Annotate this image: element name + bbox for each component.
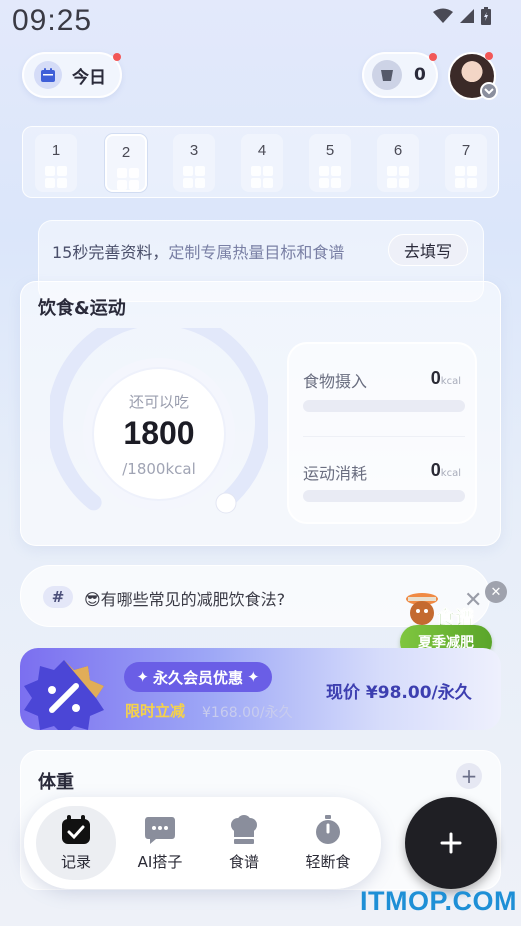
vip-old-price: ¥168.00/永久 [202,705,293,721]
sparkle-icon: ✦ [247,668,260,686]
chat-icon [145,816,175,844]
fill-profile-button[interactable]: 去填写 [388,234,468,266]
calendar-icon [34,61,62,89]
watermark: ITMOP.COM [360,886,518,916]
day-5[interactable]: 5 [309,134,351,192]
nav-recipes[interactable]: 食谱 [204,806,284,880]
calendar-check-icon [62,814,90,844]
nav-ai-buddy[interactable]: AI搭子 [120,806,200,880]
add-record-button[interactable] [405,797,497,889]
calorie-total: /1800kcal [122,460,196,478]
divider [303,436,465,437]
sparkle-icon: ✦ [136,668,149,686]
day-2[interactable]: 2 [105,134,147,192]
burn-label: 运动消耗 [303,464,368,483]
nav-record[interactable]: 记录 [36,806,116,880]
nav-fasting[interactable]: 轻断食 [288,806,368,880]
weight-title: 体重 [38,772,74,793]
profile-prompt: 15秒完善资料，定制专属热量目标和食谱 [52,243,345,262]
intake-progress-bar [303,400,465,412]
burn-unit: kcal [440,468,461,479]
day-3[interactable]: 3 [173,134,215,192]
today-label: 今日 [72,67,106,88]
day-6[interactable]: 6 [377,134,419,192]
chevron-down-icon [480,82,498,100]
stats-box: 食物摄入 0kcal 运动消耗 0kcal [287,342,477,524]
day-strip: 1 2 3 4 5 6 7 [22,126,499,198]
stopwatch-icon [316,814,340,844]
question-text[interactable]: 😎有哪些常见的减肥饮食法? [84,586,285,610]
burn-value-group: 0kcal [431,460,461,481]
nav-label: 食谱 [228,852,259,871]
intake-unit: kcal [440,376,461,387]
vip-title: ✦ 永久会员优惠 ✦ [124,662,272,692]
nav-label: AI搭子 [137,852,183,871]
vip-price: 现价 ¥98.00/永久 [326,683,472,703]
battery-icon [481,7,491,25]
water-cup-button[interactable]: 0 [362,52,438,98]
cup-count: 0 [414,65,426,85]
day-4[interactable]: 4 [241,134,283,192]
hashtag-badge: # [43,586,73,608]
chef-hat-icon [231,814,257,844]
remaining-calories: 1800 [123,415,195,451]
day-1[interactable]: 1 [35,134,77,192]
intake-value-group: 0kcal [431,368,461,389]
intake-label: 食物摄入 [303,372,368,391]
card-title: 饮食&运动 [38,298,126,319]
notification-dot [485,52,493,60]
discount-badge-icon [24,660,104,730]
signal-icon [460,9,474,23]
vip-limited-label: 限时立减 [125,702,186,720]
ring-progress-knob [215,492,237,514]
wifi-icon [433,8,453,23]
close-icon[interactable]: ✕ [485,581,507,603]
today-button[interactable]: 今日 [22,52,122,98]
remaining-label: 还可以吃 [128,393,189,411]
add-weight-button[interactable]: + [456,763,482,789]
status-time: 09:25 [12,4,93,37]
notification-dot [113,53,121,61]
plus-icon [440,832,462,854]
nav-label: 记录 [60,852,91,871]
nav-label: 轻断食 [305,852,351,871]
intake-value: 0 [430,368,441,388]
notification-dot [429,53,437,61]
burn-value: 0 [430,460,441,480]
cup-icon [372,60,402,90]
day-7[interactable]: 7 [445,134,487,192]
status-icons [433,7,491,25]
burn-progress-bar [303,490,465,502]
